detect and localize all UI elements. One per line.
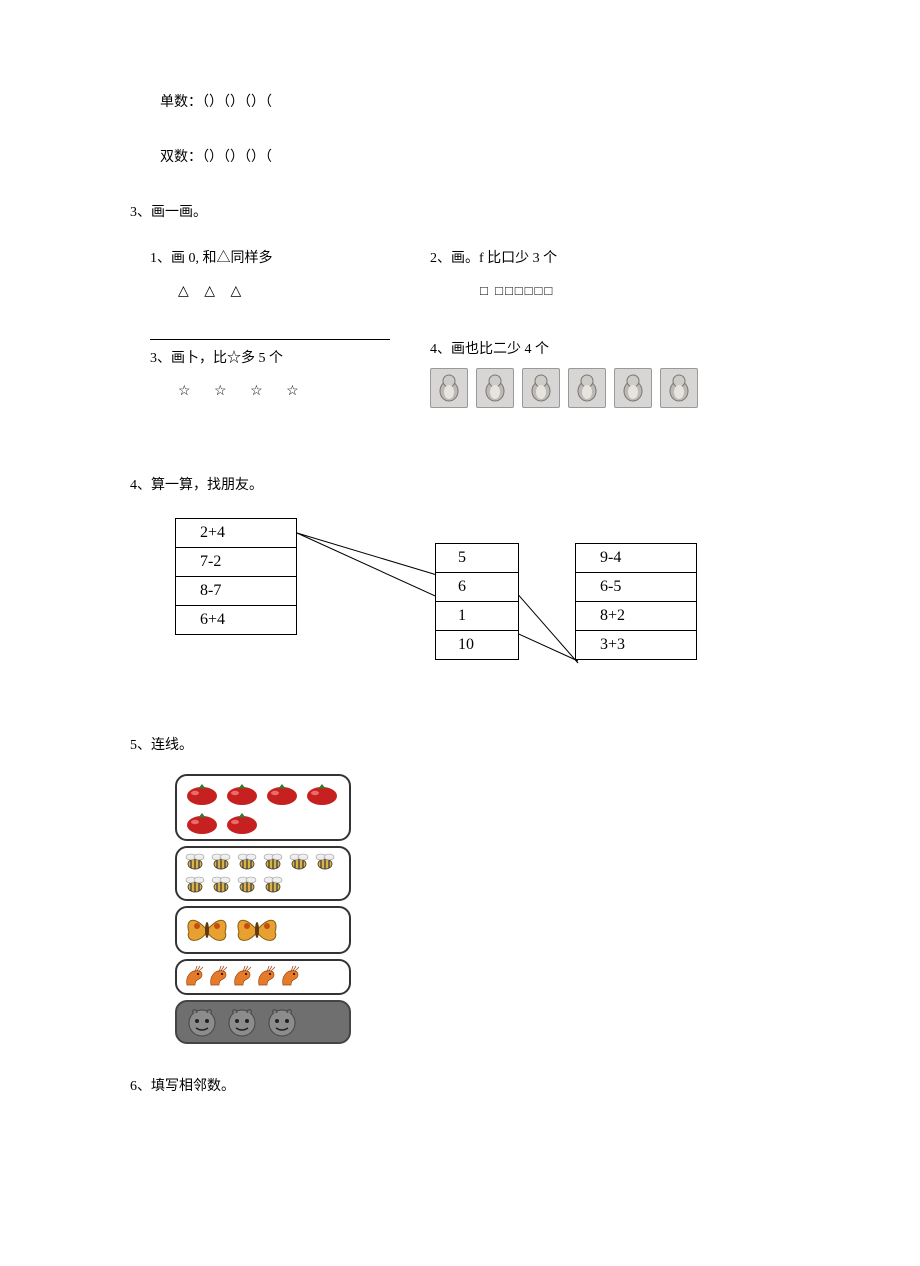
q4-heading: 4、算一算，找朋友。 (130, 473, 790, 498)
penguin-icon (660, 368, 698, 408)
q4-col3-cell: 3+3 (576, 631, 696, 659)
penguin-icon (476, 368, 514, 408)
q3-s4-shapes (430, 368, 730, 408)
q4-col3-cell: 8+2 (576, 602, 696, 631)
q4-col1: 2+47-28-76+4 (175, 518, 297, 635)
q3-s2-label: 2、画。f 比口少 3 个 (430, 246, 730, 271)
tomato-icon (223, 780, 261, 806)
tomato-icon (183, 780, 221, 806)
tomato-icon (263, 780, 301, 806)
q3-s3-shapes: ☆ ☆ ☆ ☆ (178, 379, 410, 404)
tomato-icon (303, 780, 341, 806)
shrimp-icon (207, 965, 229, 989)
q4-col2-cell: 10 (436, 631, 518, 659)
q4-col1-cell: 2+4 (176, 519, 296, 548)
q4-col1-cell: 8-7 (176, 577, 296, 606)
q4-matching-area: 2+47-28-76+4 56110 9-46-58+23+3 (175, 513, 790, 713)
q3-s4-label: 4、画也比二少 4 个 (430, 337, 730, 362)
penguin-icon (522, 368, 560, 408)
shrimp-icon (231, 965, 253, 989)
q5-row-bee (175, 846, 351, 901)
bee-icon (235, 875, 259, 895)
q3-row-1: 1、画 0, 和△同样多 △ △ △ 2、画。f 比口少 3 个 □ □□□□□… (130, 246, 790, 304)
q5-row-tomato (175, 774, 351, 841)
shrimp-icon (255, 965, 277, 989)
q4-col2-cell: 5 (436, 544, 518, 573)
penguin-icon (614, 368, 652, 408)
worksheet-page: 单数：（）（）（）（ 双数：（）（）（）（ 3、画一画。 1、画 0, 和△同样… (0, 0, 920, 1154)
tomato-icon (183, 809, 221, 835)
penguin-icon (568, 368, 606, 408)
q5-row-shrimp (175, 959, 351, 995)
q3-heading: 3、画一画。 (130, 200, 790, 225)
bee-icon (235, 852, 259, 872)
bee-icon (313, 852, 337, 872)
q6-heading: 6、填写相邻数。 (130, 1074, 790, 1099)
penguin-icon (430, 368, 468, 408)
shrimp-icon (183, 965, 205, 989)
bee-icon (209, 875, 233, 895)
q4-col2-cell: 1 (436, 602, 518, 631)
q3-s1-shapes: △ △ △ (178, 279, 410, 304)
q3-s1-label: 1、画 0, 和△同样多 (150, 246, 410, 271)
face-icon (263, 1006, 301, 1038)
q5-row-face (175, 1000, 351, 1044)
bee-icon (209, 852, 233, 872)
odd-numbers-line: 单数：（）（）（）（ (160, 90, 790, 115)
face-icon (183, 1006, 221, 1038)
q4-col3-cell: 6-5 (576, 573, 696, 602)
butterfly-icon (233, 912, 281, 948)
q5-row-butterfly (175, 906, 351, 954)
q4-col2: 56110 (435, 543, 519, 660)
bee-icon (287, 852, 311, 872)
q4-col1-cell: 7-2 (176, 548, 296, 577)
bee-icon (261, 852, 285, 872)
q5-items (175, 774, 790, 1044)
q4-col3-cell: 9-4 (576, 544, 696, 573)
bee-icon (261, 875, 285, 895)
q4-col2-cell: 6 (436, 573, 518, 602)
divider-line (150, 339, 390, 340)
face-icon (223, 1006, 261, 1038)
q3-s3-label: 3、画卜，比☆多 5 个 (150, 346, 410, 371)
q4-col3: 9-46-58+23+3 (575, 543, 697, 660)
butterfly-icon (183, 912, 231, 948)
shrimp-icon (279, 965, 301, 989)
bee-icon (183, 875, 207, 895)
q3-row-2: 3、画卜，比☆多 5 个 ☆ ☆ ☆ ☆ 4、画也比二少 4 个 (130, 309, 790, 408)
bee-icon (183, 852, 207, 872)
q3-s2-shapes: □ □□□□□□ (480, 279, 730, 302)
q4-col1-cell: 6+4 (176, 606, 296, 634)
q5-heading: 5、连线。 (130, 733, 790, 758)
even-numbers-line: 双数：（）（）（）（ (160, 145, 790, 170)
tomato-icon (223, 809, 261, 835)
